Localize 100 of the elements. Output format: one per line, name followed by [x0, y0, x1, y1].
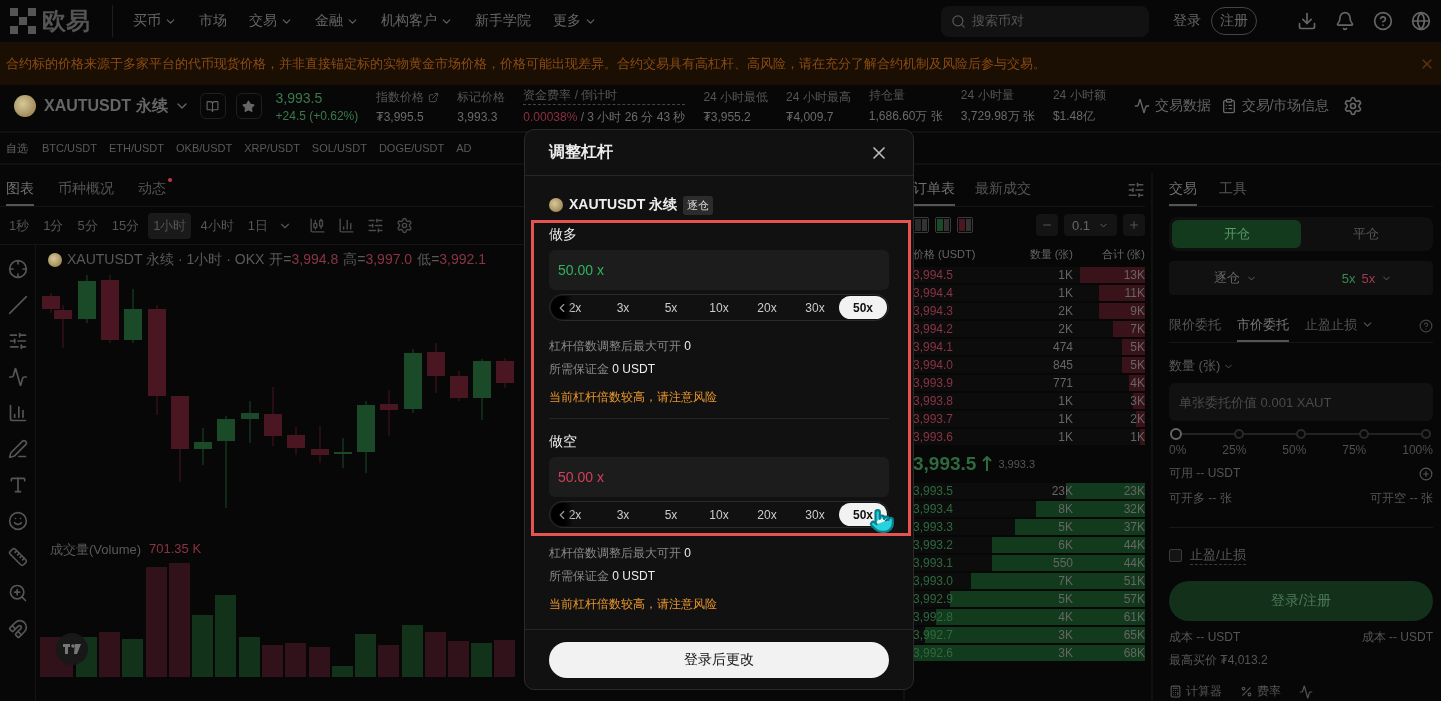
activity-icon[interactable]: [1299, 684, 1313, 699]
volume-label: 成交量(Volume): [50, 541, 142, 559]
order-type-tab[interactable]: 止盈止损: [1305, 309, 1374, 342]
filter-icon[interactable]: [1127, 180, 1145, 199]
line-tool-icon[interactable]: [7, 295, 28, 315]
sliders-icon[interactable]: [366, 217, 384, 234]
brush-icon[interactable]: [7, 439, 28, 459]
leverage-option[interactable]: 20x: [743, 296, 791, 319]
calculator-link[interactable]: 计算器: [1169, 683, 1222, 700]
leverage-field[interactable]: 50.00 x: [549, 457, 889, 497]
help-icon[interactable]: [1419, 318, 1433, 333]
watchlist-pair[interactable]: SOL/USDT: [311, 142, 367, 154]
nav-menu-item[interactable]: 机构客户: [381, 12, 453, 30]
quantity-label[interactable]: 数量 (张): [1169, 357, 1433, 375]
leverage-field[interactable]: 50.00 x: [549, 250, 889, 290]
nav-menu-item[interactable]: 买币: [133, 12, 177, 30]
market-info-link[interactable]: 交易/市场信息: [1220, 97, 1330, 115]
watchlist-pair[interactable]: AD: [456, 142, 472, 154]
position-tab[interactable]: 平仓: [1301, 220, 1430, 248]
candlestick-icon[interactable]: [308, 217, 326, 234]
interval-tab[interactable]: 1小时: [148, 212, 192, 239]
chart-tab[interactable]: 币种概况: [58, 173, 114, 206]
position-tab[interactable]: 开仓: [1172, 220, 1301, 248]
minus-button[interactable]: [1035, 214, 1058, 236]
interval-tab[interactable]: 1分: [38, 212, 69, 239]
leverage-option[interactable]: 3x: [599, 296, 647, 319]
interval-tab[interactable]: 4小时: [195, 212, 239, 239]
bid-total: 51K: [1122, 574, 1145, 588]
trade-tab[interactable]: 交易: [1169, 173, 1197, 206]
watchlist-pair[interactable]: OKB/USDT: [176, 142, 233, 154]
watchlist-label[interactable]: 自选: [6, 140, 28, 156]
interval-tab[interactable]: 15分: [106, 212, 145, 239]
leverage-option[interactable]: 2x: [551, 296, 599, 319]
globe-icon[interactable]: [1411, 11, 1431, 31]
leverage-option[interactable]: 2x: [551, 503, 599, 526]
ruler-icon[interactable]: [7, 547, 28, 567]
asks-layout-icon[interactable]: [957, 217, 973, 233]
bell-icon[interactable]: [1335, 11, 1355, 31]
fee-rate-link[interactable]: 费率: [1240, 683, 1281, 700]
leverage-option[interactable]: 10x: [695, 503, 743, 526]
parallel-lines-icon[interactable]: [7, 331, 28, 351]
volume-value: 701.35 K: [149, 541, 202, 558]
leverage-select[interactable]: 5x 5x: [1301, 270, 1433, 286]
nav-menu-item[interactable]: 新手学院: [475, 12, 531, 30]
nav-menu-item[interactable]: 金融: [315, 12, 359, 30]
watchlist-pair[interactable]: ETH/USDT: [109, 142, 164, 154]
chart-tab[interactable]: 动态: [138, 173, 166, 206]
leverage-option[interactable]: 3x: [599, 503, 647, 526]
star-button[interactable]: [235, 93, 262, 119]
leverage-option[interactable]: 10x: [695, 296, 743, 319]
checkbox[interactable]: [1169, 549, 1182, 562]
nav-menu-item[interactable]: 更多: [553, 12, 597, 30]
orderbook-tab[interactable]: 最新成交: [975, 173, 1031, 206]
watchlist-pair[interactable]: DOGE/USDT: [378, 142, 445, 154]
login-link[interactable]: 登录: [1173, 12, 1201, 30]
book-button[interactable]: [199, 93, 226, 119]
volume-bar: [262, 645, 283, 677]
zoom-icon[interactable]: [7, 583, 28, 603]
stat-value: 0.00038% / 3 小时 26 分 43 秒: [523, 108, 686, 126]
order-type-tab[interactable]: 限价委托: [1169, 309, 1221, 342]
percent-slider[interactable]: [1169, 427, 1433, 441]
interval-tab[interactable]: 1日: [242, 212, 297, 239]
leverage-option[interactable]: 50x: [839, 296, 887, 319]
risk-warning: 当前杠杆倍数较高，请注意风险: [549, 389, 718, 406]
chart-tab[interactable]: 图表: [6, 173, 34, 206]
bids-layout-icon[interactable]: [935, 217, 951, 233]
watchlist-pair[interactable]: BTC/USDT: [42, 142, 97, 154]
settings-icon[interactable]: [395, 217, 413, 234]
leverage-option[interactable]: 30x: [791, 296, 839, 319]
leverage-option[interactable]: 20x: [743, 503, 791, 526]
nav-menu-item[interactable]: 交易: [249, 12, 293, 30]
symbol-name[interactable]: XAUTUSDT 永续: [44, 95, 168, 117]
leverage-option[interactable]: 5x: [647, 503, 695, 526]
leverage-option[interactable]: 5x: [647, 296, 695, 319]
watchlist-pair[interactable]: XRP/USDT: [244, 142, 300, 154]
interval-tab[interactable]: 5分: [72, 212, 103, 239]
volume-bar: [239, 637, 260, 677]
help-icon[interactable]: [1373, 11, 1393, 31]
nav-menu-item[interactable]: 市场: [199, 12, 227, 30]
interval-tab[interactable]: 1秒: [4, 212, 35, 239]
precision-select[interactable]: 0.1: [1063, 214, 1117, 236]
download-icon[interactable]: [1297, 11, 1317, 31]
leverage-option[interactable]: 30x: [791, 503, 839, 526]
trading-data-link[interactable]: 交易数据: [1133, 97, 1211, 115]
change-after-login-button[interactable]: 登录后更改: [549, 641, 889, 678]
add-icon[interactable]: [1419, 466, 1433, 481]
external-link-icon[interactable]: [428, 91, 440, 103]
ask-price: 3,994.1: [913, 340, 955, 354]
login-register-button[interactable]: 登录/注册: [1169, 581, 1433, 621]
settings-icon[interactable]: [1343, 96, 1364, 116]
logo-text: 欧易: [42, 6, 90, 36]
crosshair-icon[interactable]: [7, 259, 28, 279]
search-field[interactable]: 搜索币对: [941, 5, 1149, 37]
magnet-icon[interactable]: [7, 619, 28, 639]
order-type-tab[interactable]: 市价委托: [1237, 309, 1289, 342]
margin-mode-select[interactable]: 逐仓: [1169, 269, 1301, 287]
indicator-icon[interactable]: [337, 217, 355, 234]
emoji-icon[interactable]: [7, 511, 28, 531]
trade-tab[interactable]: 工具: [1219, 173, 1247, 206]
plus-button[interactable]: [1123, 214, 1145, 236]
